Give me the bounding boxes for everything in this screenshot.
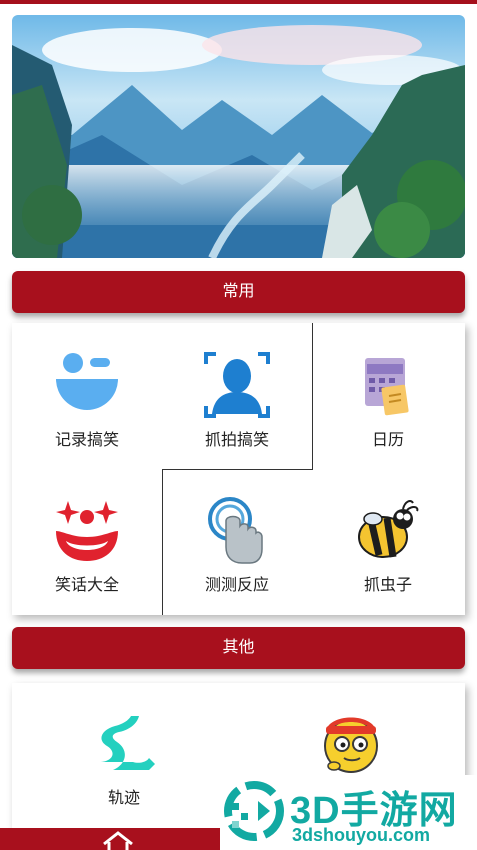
section-header-other: 其他 [12,627,465,669]
grid-divider [162,469,313,470]
common-grid-card: 记录搞笑 抓拍搞笑 日历 笑话大全 测测反应 抓虫子 [12,323,465,615]
grid-item-record-jokes[interactable]: 记录搞笑 [12,350,162,450]
grid-item-reaction-test[interactable]: 测测反应 [162,495,312,595]
watermark: 3D手游网 3dshouyou.com [220,775,477,850]
section-title-common: 常用 [222,283,255,300]
emoji-face-icon [324,717,378,773]
grid-item-catch-bugs[interactable]: 抓虫子 [313,495,463,595]
grid-item-emoji[interactable] [276,708,426,778]
grid-item-label: 记录搞笑 [54,432,119,449]
grid-item-label: 日历 [371,432,404,449]
grid-item-calendar[interactable]: 日历 [313,350,463,450]
face-smile-icon [56,353,118,410]
grid-item-label: 测测反应 [204,577,269,594]
grid-item-label: 笑话大全 [54,577,119,594]
grid-item-capture-jokes[interactable]: 抓拍搞笑 [162,350,312,450]
clown-icon [56,501,118,561]
watermark-url: 3dshouyou.com [292,825,431,845]
grid-item-label: 轨迹 [107,790,140,807]
tap-finger-icon [208,497,263,564]
grid-item-label: 抓拍搞笑 [204,432,269,449]
face-scan-icon [204,352,270,418]
home-icon[interactable] [100,830,136,850]
watermark-logo-icon [224,781,284,841]
track-icon [99,716,155,770]
section-header-common: 常用 [12,271,465,313]
calendar-icon [365,358,409,416]
banner-image [12,15,465,258]
grid-item-track[interactable]: 轨迹 [49,708,199,808]
grid-item-joke-collection[interactable]: 笑话大全 [12,495,162,595]
grid-item-label: 抓虫子 [363,577,412,594]
bee-icon [358,500,419,558]
section-title-other: 其他 [222,639,255,656]
top-accent-strip [0,0,477,4]
